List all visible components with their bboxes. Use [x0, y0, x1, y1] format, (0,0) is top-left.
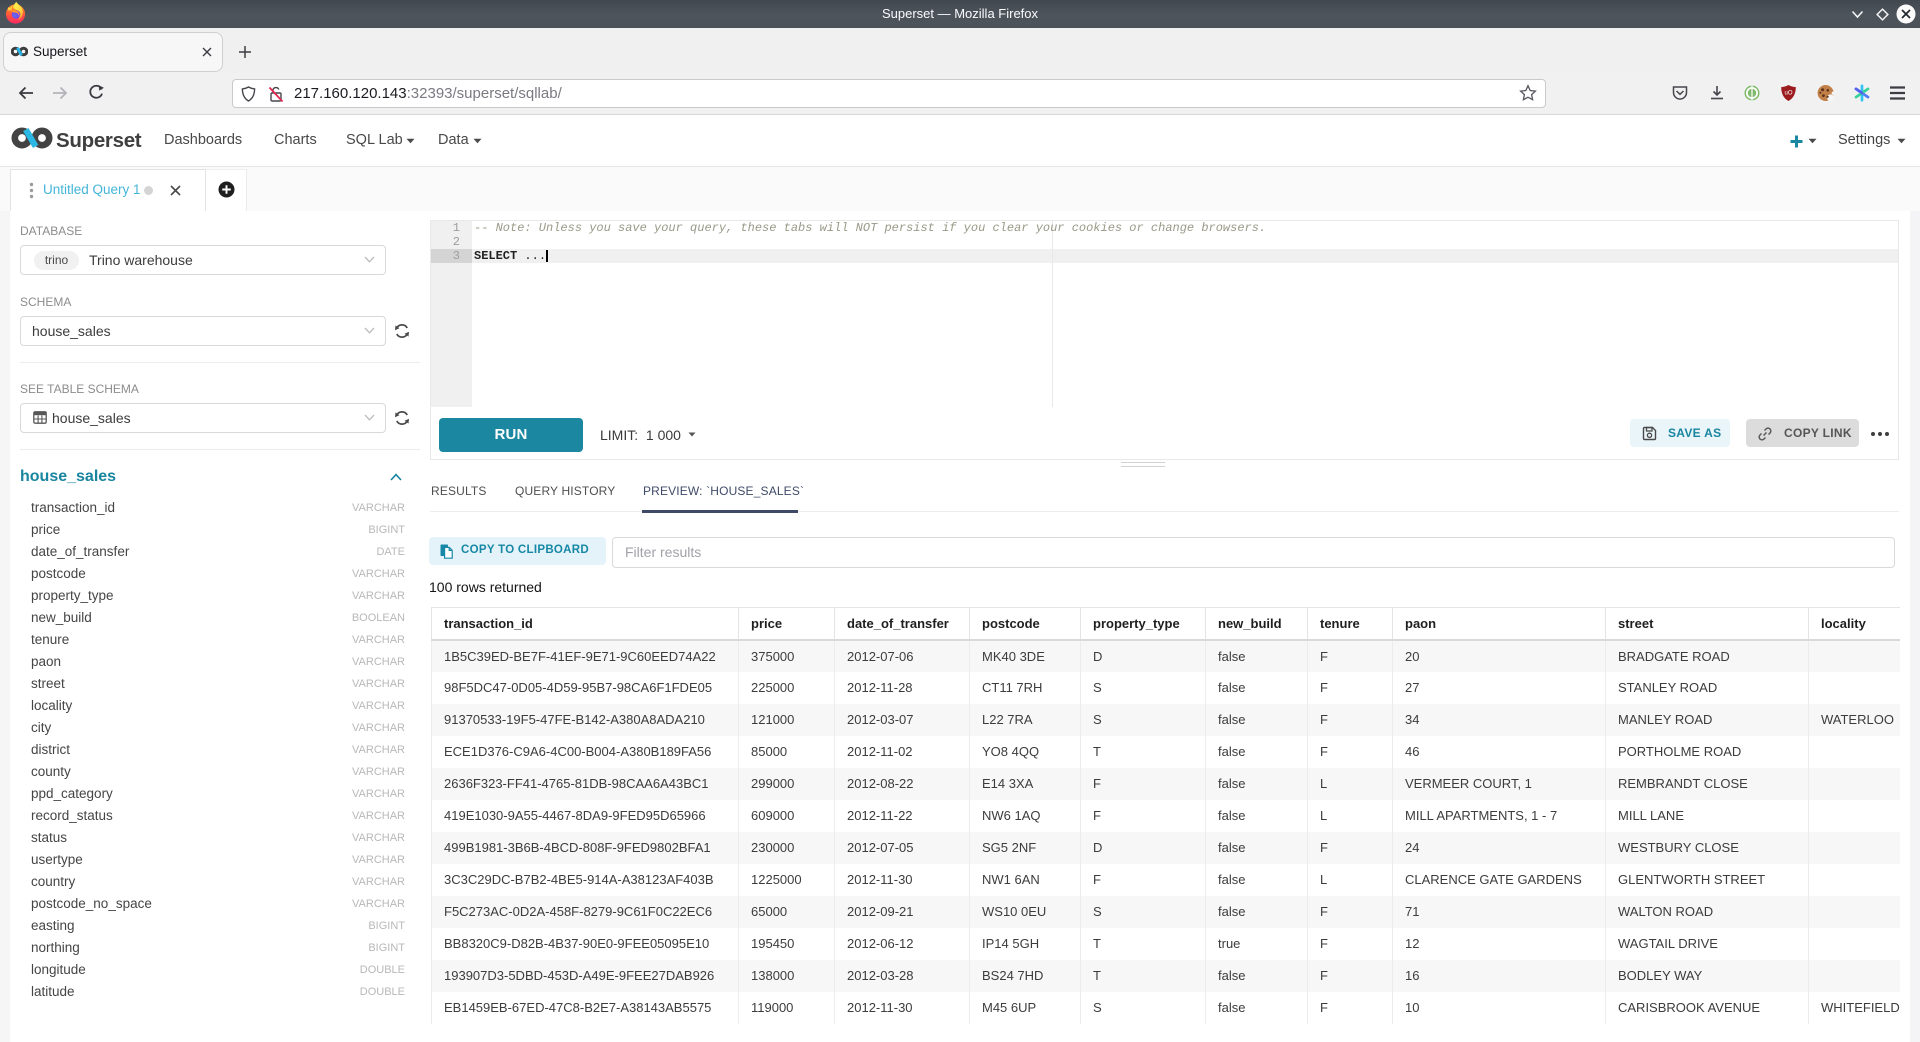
- svg-text:uO: uO: [1784, 91, 1792, 97]
